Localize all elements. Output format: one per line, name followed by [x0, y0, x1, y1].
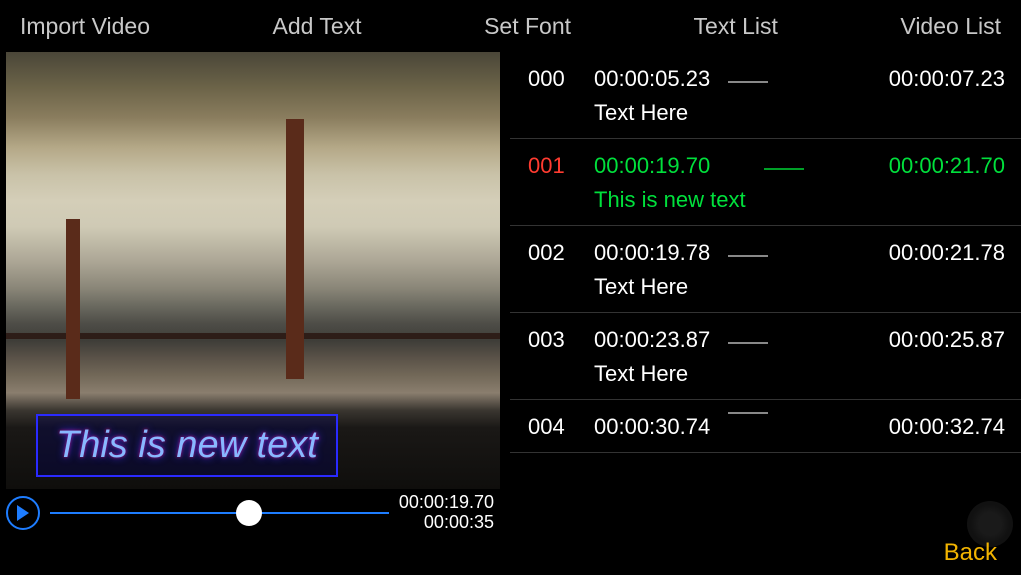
current-time: 00:00:19.70 — [399, 493, 494, 513]
text-row-start: 00:00:19.70 — [594, 153, 746, 179]
text-row-end: 00:00:21.70 — [889, 153, 1005, 179]
dash-icon — [764, 168, 804, 170]
top-menu: Import Video Add Text Set Font Text List… — [0, 0, 1021, 52]
seek-track[interactable] — [50, 512, 389, 514]
text-row[interactable]: 003 00:00:23.87 Text Here 00:00:25.87 — [510, 313, 1021, 400]
video-preview[interactable]: This is new text — [6, 52, 500, 489]
text-row-end: 00:00:25.87 — [889, 327, 1005, 353]
text-row-index: 001 — [528, 153, 576, 179]
seek-knob[interactable] — [236, 500, 262, 526]
subtitle-overlay[interactable]: This is new text — [36, 414, 338, 477]
text-row-end: 00:00:32.74 — [889, 414, 1005, 440]
text-row-end: 00:00:21.78 — [889, 240, 1005, 266]
text-row-end: 00:00:07.23 — [889, 66, 1005, 92]
text-row-content: This is new text — [594, 187, 746, 213]
menu-add-text[interactable]: Add Text — [272, 13, 361, 40]
duration-time: 00:00:35 — [424, 513, 494, 533]
text-row-start: 00:00:19.78 — [594, 240, 710, 266]
menu-import-video[interactable]: Import Video — [20, 13, 150, 40]
text-list-panel: 000 00:00:05.23 Text Here 00:00:07.23 001 00:… — [500, 52, 1021, 533]
play-button[interactable] — [6, 496, 40, 530]
text-row-start: 00:00:05.23 — [594, 66, 710, 92]
menu-video-list[interactable]: Video List — [900, 13, 1001, 40]
text-row[interactable]: 002 00:00:19.78 Text Here 00:00:21.78 — [510, 226, 1021, 313]
text-row-start: 00:00:23.87 — [594, 327, 710, 353]
text-row-content: Text Here — [594, 100, 710, 126]
dash-icon — [728, 342, 768, 344]
text-row-content: Text Here — [594, 361, 710, 387]
player-controls: 00:00:19.70 00:00:35 — [6, 489, 500, 533]
text-row-content: Text Here — [594, 274, 710, 300]
text-row[interactable]: 000 00:00:05.23 Text Here 00:00:07.23 — [510, 52, 1021, 139]
dash-icon — [728, 412, 768, 414]
dash-icon — [728, 81, 768, 83]
play-icon — [16, 505, 30, 521]
text-row-index: 004 — [528, 414, 576, 440]
menu-set-font[interactable]: Set Font — [484, 13, 571, 40]
menu-text-list[interactable]: Text List — [694, 13, 778, 40]
text-row-index: 003 — [528, 327, 576, 353]
time-display: 00:00:19.70 00:00:35 — [399, 493, 494, 533]
back-button[interactable]: Back — [944, 539, 997, 567]
text-row-index: 000 — [528, 66, 576, 92]
text-row[interactable]: 004 00:00:30.74 00:00:32.74 — [510, 400, 1021, 453]
text-row-index: 002 — [528, 240, 576, 266]
dash-icon — [728, 255, 768, 257]
text-row-start: 00:00:30.74 — [594, 414, 710, 440]
text-row[interactable]: 001 00:00:19.70 This is new text 00:00:21.7… — [510, 139, 1021, 226]
